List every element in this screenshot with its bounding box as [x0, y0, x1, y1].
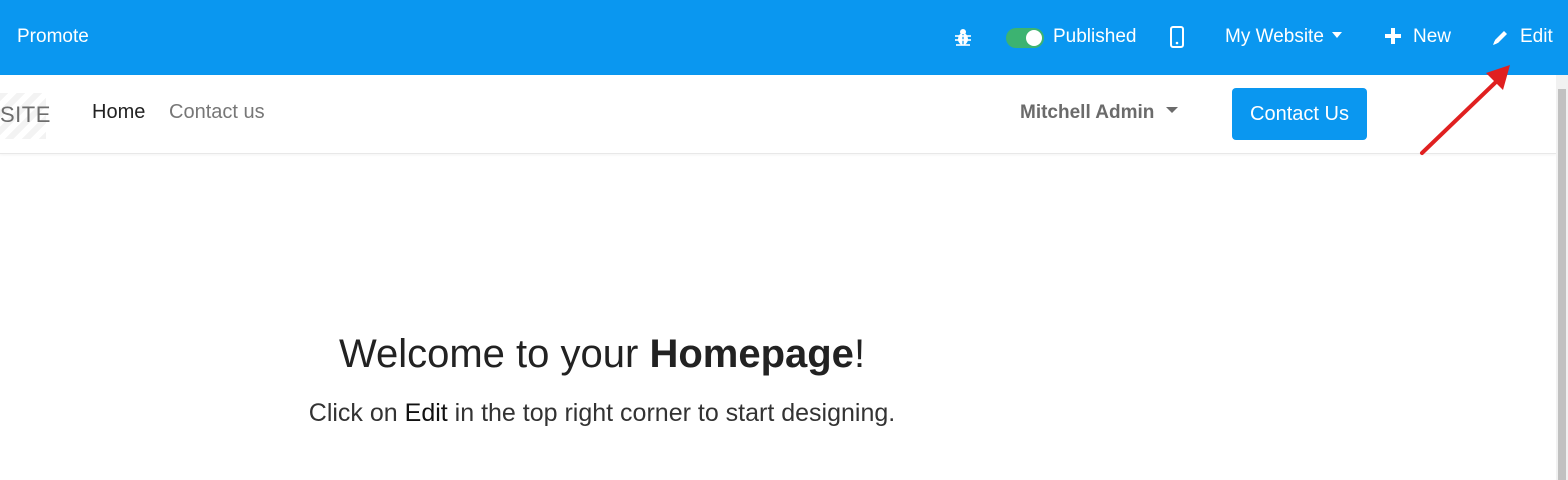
- page-scrollbar[interactable]: [1556, 75, 1568, 480]
- sub-bold: Edit: [404, 399, 448, 427]
- published-label[interactable]: Published: [1053, 24, 1136, 50]
- logo-text: SITE: [0, 102, 51, 127]
- promote-menu[interactable]: Promote: [17, 24, 89, 50]
- nav-item-home[interactable]: Home: [92, 101, 145, 124]
- website-selector[interactable]: My Website: [1225, 24, 1342, 50]
- bug-icon[interactable]: [953, 27, 973, 47]
- edit-button[interactable]: Edit: [1520, 24, 1553, 50]
- sub-prefix: Click on: [308, 399, 405, 427]
- site-header: SITE Home Contact us Mitchell Admin Cont…: [0, 75, 1556, 154]
- welcome-prefix: Welcome to your: [338, 332, 650, 376]
- user-name: Mitchell Admin: [1020, 102, 1155, 123]
- mobile-phone-icon[interactable]: [1170, 26, 1184, 48]
- annotation-arrow: [1420, 65, 1510, 155]
- new-button[interactable]: New: [1413, 24, 1451, 50]
- pencil-icon[interactable]: [1492, 29, 1509, 46]
- welcome-bold: Homepage: [649, 332, 854, 376]
- toggle-knob: [1026, 30, 1042, 46]
- site-logo[interactable]: SITE: [0, 93, 50, 139]
- user-menu[interactable]: Mitchell Admin: [1020, 102, 1179, 124]
- scrollbar-thumb[interactable]: [1558, 89, 1566, 480]
- welcome-suffix: !: [853, 332, 866, 376]
- welcome-subtitle: Click on Edit in the top right corner to…: [0, 396, 1204, 430]
- plus-icon[interactable]: [1385, 28, 1401, 44]
- chevron-down-icon: [1331, 31, 1342, 38]
- contact-us-button[interactable]: Contact Us: [1232, 88, 1367, 140]
- sub-suffix: in the top right corner to start designi…: [447, 399, 896, 427]
- website-selector-label: My Website: [1225, 26, 1324, 47]
- nav-item-contact-us[interactable]: Contact us: [169, 101, 265, 124]
- website-admin-bar: Promote Published My Website New Edit: [0, 0, 1568, 75]
- welcome-heading: Welcome to your Homepage!: [0, 328, 1204, 380]
- published-toggle[interactable]: [1006, 28, 1044, 48]
- chevron-down-icon: [1166, 106, 1179, 113]
